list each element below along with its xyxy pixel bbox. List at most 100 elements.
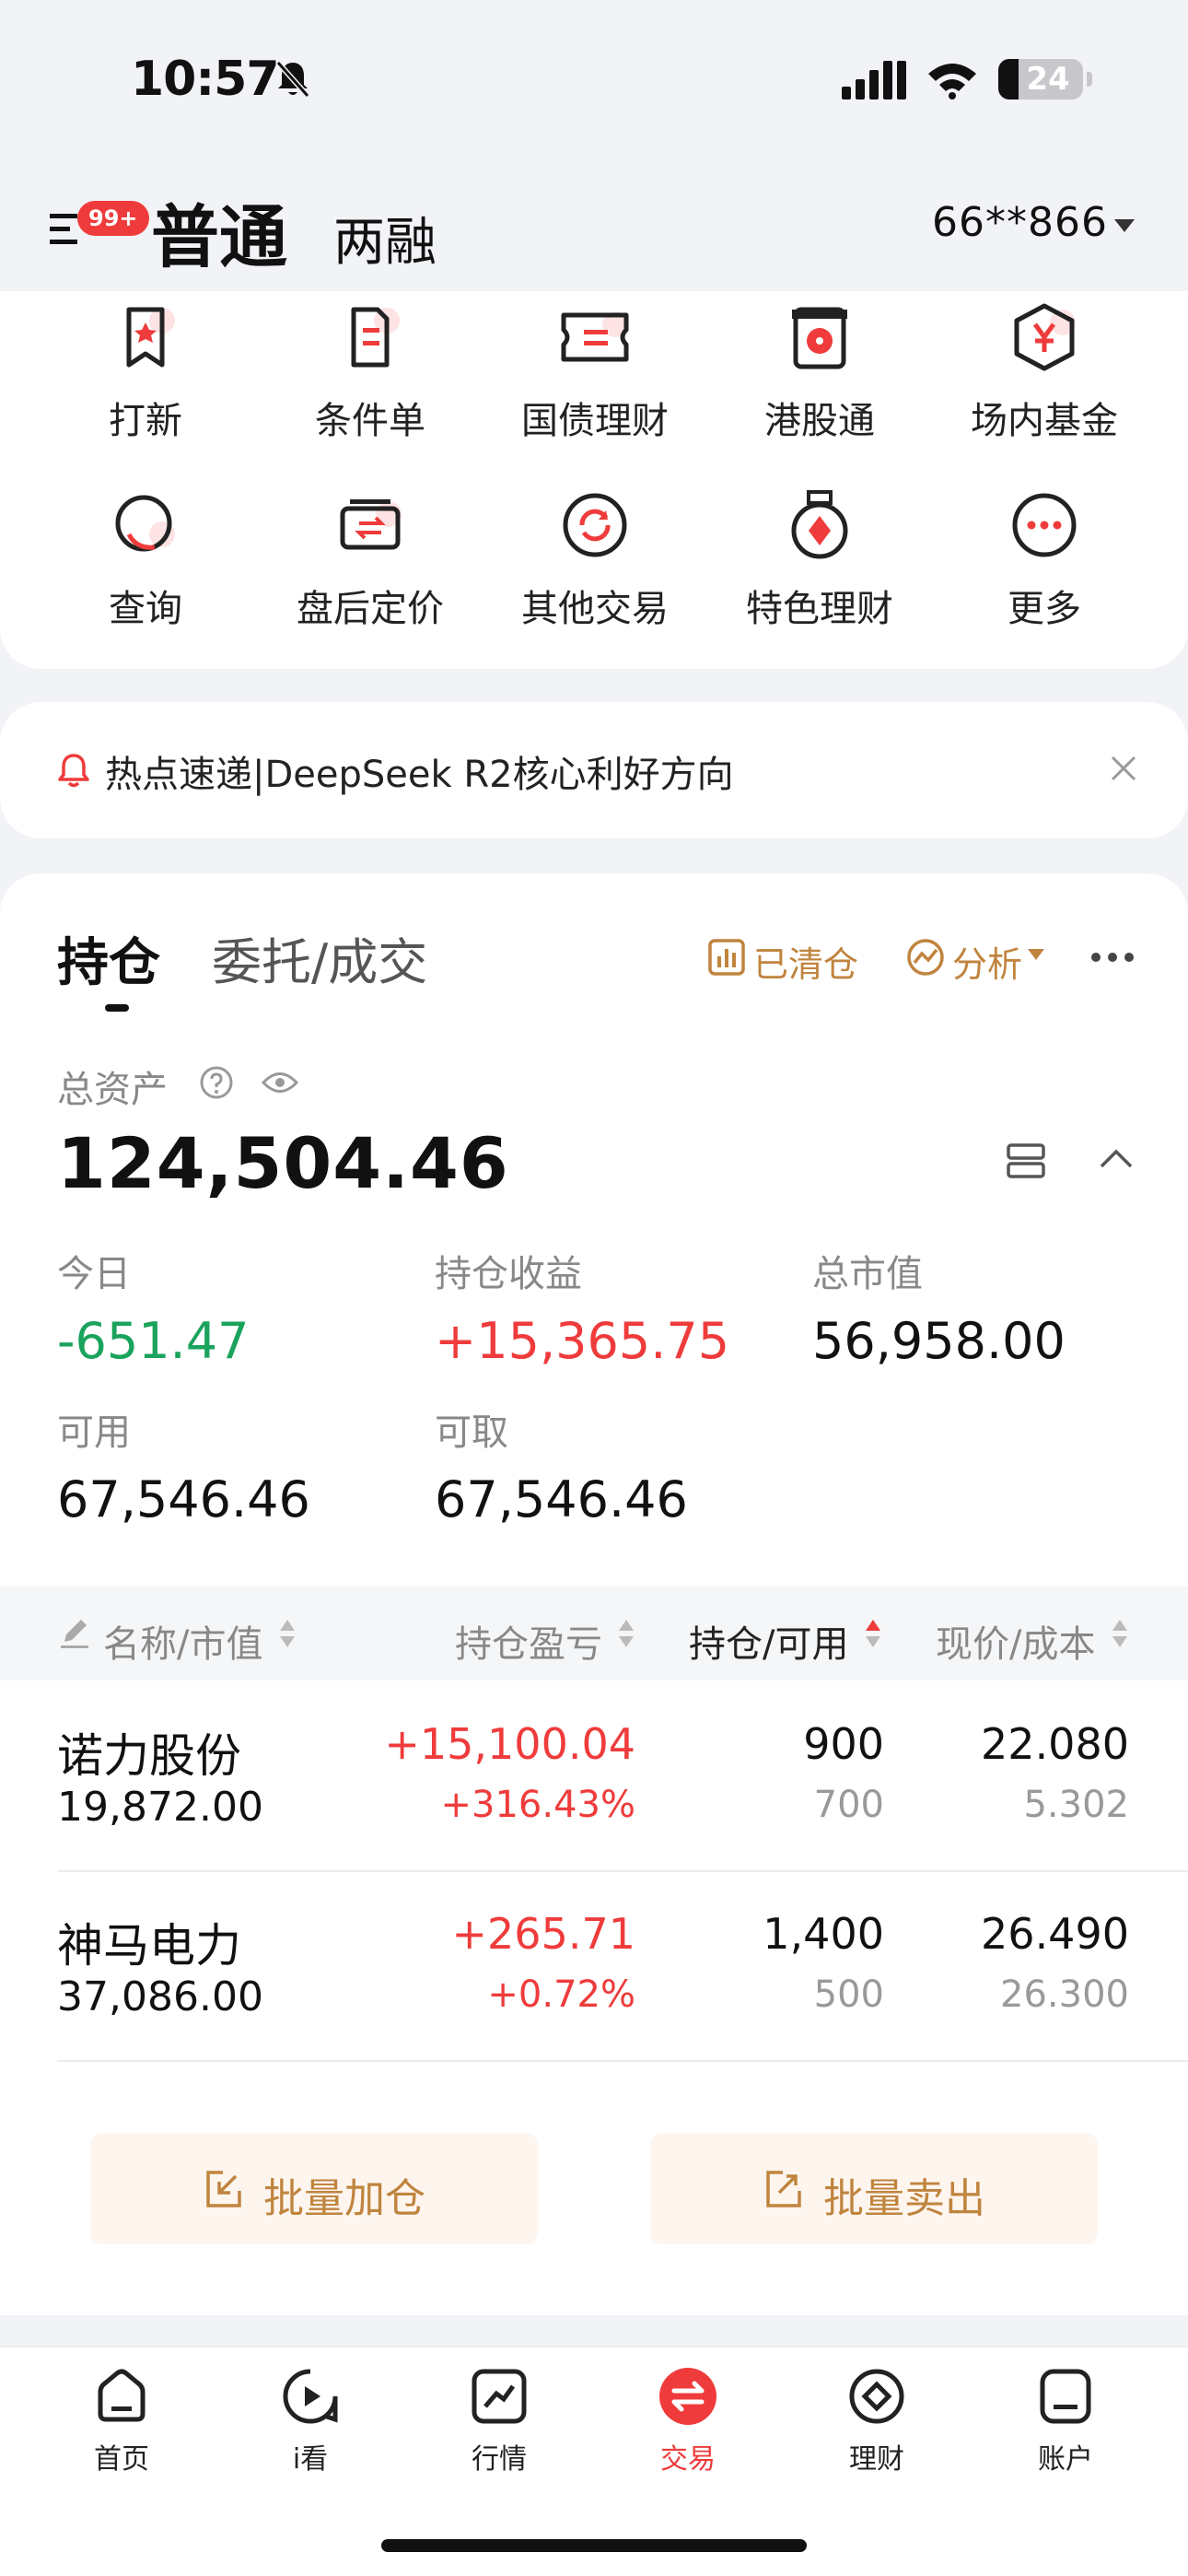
cleared-positions-button[interactable]: 已清仓 [753,936,858,987]
stock-cost: 26.300 [1000,1973,1129,2016]
home-icon [98,2369,146,2422]
tab-home[interactable]: 首页 [48,2366,195,2476]
close-icon[interactable] [1105,750,1142,787]
stock-name: 神马电力 [57,1919,241,1973]
batch-sell-label: 批量卖出 [823,2175,985,2222]
batch-add-button[interactable]: 批量加仓 [90,2134,538,2244]
hot-news-banner[interactable]: 热点速递|DeepSeek R2核心利好方向 [0,702,1188,838]
analysis-icon [907,939,944,976]
play-icon [283,2369,338,2424]
holdings-table-header: 名称/市值 持仓盈亏 持仓/可用 现价/成本 [0,1587,1188,1680]
quick-item-label: 更多 [1007,588,1081,630]
today-value: -651.47 [57,1312,250,1370]
quick-item-more[interactable]: 更多 [934,488,1155,632]
hot-news-text[interactable]: 热点速递|DeepSeek R2核心利好方向 [105,744,734,798]
stock-available: 500 [813,1973,884,2016]
more-icon [1012,493,1077,557]
table-row[interactable]: 诺力股份 19,872.00 +15,100.04 +316.43% 900 7… [0,1693,1188,1883]
tab-label: 账户 [1038,2443,1093,2476]
quick-item-label: 其他交易 [521,588,669,630]
stock-cost: 5.302 [1023,1784,1129,1826]
tab-active-indicator [105,1004,129,1012]
quick-item-bond[interactable]: 国债理财 [484,300,705,444]
bell-muted-icon [275,61,310,98]
quick-item-label: 打新 [109,400,182,442]
total-assets-label: 总资产 [57,1069,168,1111]
market-value-label: 总市值 [812,1253,923,1295]
tab-trade[interactable]: 交易 [614,2366,762,2476]
chevron-up-icon[interactable] [1098,1148,1135,1170]
tab-watch[interactable]: i看 [237,2366,384,2476]
eye-icon[interactable] [262,1069,298,1096]
account-dropdown-icon[interactable] [1114,219,1135,232]
column-name-value[interactable]: 名称/市值 [103,1614,262,1668]
sort-desc-icon[interactable] [864,1618,882,1649]
stock-market-value: 37,086.00 [57,1973,263,2020]
quick-item-label: 国债理财 [521,400,669,442]
sort-icon[interactable] [1111,1618,1129,1649]
tab-label: 首页 [94,2443,149,2476]
bell-icon [58,754,89,788]
tab-label: 理财 [849,2443,904,2476]
quick-item-label: 条件单 [315,400,425,442]
margin-account-tab[interactable]: 两融 [333,201,437,275]
batch-add-icon [206,2171,241,2207]
bond-ticket-icon [561,311,629,362]
tab-holdings[interactable]: 持仓 [57,921,160,996]
tab-account[interactable]: 账户 [992,2366,1139,2476]
column-price-cost[interactable]: 现价/成本 [936,1614,1095,1668]
bar-chart-icon [708,939,745,976]
column-position-available[interactable]: 持仓/可用 [689,1614,848,1668]
stock-price: 26.490 [981,1909,1129,1959]
position-profit-value: +15,365.75 [435,1312,730,1370]
position-profit-label: 持仓收益 [435,1253,582,1295]
withdrawable-label: 可取 [435,1411,508,1454]
stock-position: 900 [803,1719,884,1769]
notification-badge: 99+ [77,201,149,236]
home-indicator[interactable] [381,2539,807,2552]
column-profit-loss[interactable]: 持仓盈亏 [455,1614,602,1668]
quick-item-featured-wealth[interactable]: 特色理财 [709,488,930,632]
analysis-button[interactable]: 分析 [952,936,1022,987]
available-label: 可用 [57,1411,131,1454]
chart-icon [472,2369,527,2424]
wealth-icon [849,2369,904,2424]
stock-profit-loss-pct: +0.72% [487,1973,635,2016]
list-view-icon[interactable] [1006,1142,1046,1179]
tab-label: 交易 [660,2443,716,2476]
stock-profit-loss-pct: +316.43% [440,1784,635,1826]
tab-orders[interactable]: 委托/成交 [212,921,427,994]
medal-icon [791,490,848,559]
batch-sell-button[interactable]: 批量卖出 [650,2134,1098,2244]
row-divider [57,2060,1188,2062]
quick-item-label: 盘后定价 [297,588,444,630]
tab-wealth[interactable]: 理财 [803,2366,950,2476]
quick-item-label: 场内基金 [971,400,1118,442]
more-options-icon[interactable] [1090,951,1135,964]
quick-item-hk-connect[interactable]: 港股通 [709,300,930,444]
sort-icon[interactable] [278,1618,297,1649]
quick-item-label: 查询 [109,588,182,630]
condition-order-icon [351,307,400,368]
quick-item-condition-order[interactable]: 条件单 [260,300,481,444]
hk-connect-icon [792,307,847,369]
sort-icon[interactable] [617,1618,635,1649]
quick-item-query[interactable]: 查询 [35,488,256,632]
stock-position: 1,400 [763,1909,884,1959]
refresh-icon [563,493,627,557]
account-number[interactable]: 66**866 [932,199,1108,246]
caret-down-icon[interactable] [1026,947,1046,962]
quick-item-after-hours[interactable]: 盘后定价 [260,488,481,632]
quick-item-other-trade[interactable]: 其他交易 [484,488,705,632]
quick-item-exchange-fund[interactable]: 场内基金 [934,300,1155,444]
account-type-title[interactable]: 普通 [151,182,287,281]
edit-icon[interactable] [57,1614,94,1651]
wifi-icon [928,64,976,100]
withdrawable-value: 67,546.46 [435,1470,688,1528]
total-assets-value: 124,504.46 [57,1122,509,1204]
tab-market[interactable]: 行情 [425,2366,573,2476]
help-icon[interactable] [199,1065,234,1100]
battery-indicator: 24 [998,59,1092,100]
table-row[interactable]: 神马电力 37,086.00 +265.71 +0.72% 1,400 500 … [0,1883,1188,2073]
quick-item-ipo[interactable]: 打新 [35,300,256,444]
